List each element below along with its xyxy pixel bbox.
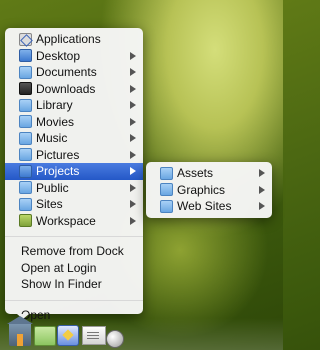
downloads-folder-icon bbox=[19, 82, 32, 96]
library-folder-icon bbox=[19, 98, 32, 112]
menu-item-applications[interactable]: Applications bbox=[5, 31, 143, 48]
menu-item-desktop[interactable]: Desktop bbox=[5, 48, 143, 65]
menu-item-label: Pictures bbox=[36, 147, 80, 162]
documents-folder-icon bbox=[19, 65, 32, 79]
menu-item-music[interactable]: Music bbox=[5, 130, 143, 147]
submenu-item-assets[interactable]: Assets bbox=[146, 165, 272, 182]
menu-item-projects[interactable]: Projects bbox=[5, 163, 143, 180]
submenu-arrow-icon bbox=[130, 68, 136, 77]
submenu-arrow-icon bbox=[259, 169, 265, 178]
graphics-folder-icon bbox=[160, 183, 173, 197]
menu-item-sites[interactable]: Sites bbox=[5, 196, 143, 213]
clock-icon[interactable] bbox=[106, 330, 124, 348]
menu-item-label: Projects bbox=[36, 164, 80, 179]
submenu-item-label: Graphics bbox=[177, 182, 226, 197]
submenu-arrow-icon bbox=[130, 200, 136, 209]
desktop-folder-icon bbox=[19, 49, 32, 63]
menu-separator bbox=[5, 299, 143, 301]
dock-folder-menu: Applications Desktop Documents Downloads… bbox=[5, 28, 143, 322]
menu-item-label: Open at Login bbox=[21, 260, 97, 275]
menu-item-workspace[interactable]: Workspace bbox=[5, 213, 143, 230]
menu-item-label: Movies bbox=[36, 114, 75, 129]
menu-item-label: Show In Finder bbox=[21, 277, 102, 292]
pictures-folder-icon bbox=[19, 148, 32, 162]
music-folder-icon bbox=[19, 131, 32, 145]
submenu-arrow-icon bbox=[130, 134, 136, 143]
submenu-arrow-icon bbox=[259, 202, 265, 211]
submenu-arrow-icon bbox=[130, 84, 136, 93]
submenu-arrow-icon bbox=[130, 167, 136, 176]
menu-item-label: Music bbox=[36, 131, 68, 146]
menu-item-pictures[interactable]: Pictures bbox=[5, 147, 143, 164]
open-at-login-item[interactable]: Open at Login bbox=[5, 260, 143, 277]
projects-folder-icon bbox=[19, 164, 32, 178]
submenu-item-graphics[interactable]: Graphics bbox=[146, 182, 272, 199]
web-sites-folder-icon bbox=[160, 199, 173, 213]
home-folder-icon[interactable] bbox=[7, 316, 33, 346]
workspace-folder-icon bbox=[19, 214, 32, 228]
menu-item-label: Applications bbox=[36, 32, 101, 47]
menu-item-label: Library bbox=[36, 98, 73, 113]
submenu-item-label: Assets bbox=[177, 166, 214, 181]
menu-item-documents[interactable]: Documents bbox=[5, 64, 143, 81]
menu-item-label: Public bbox=[36, 180, 69, 195]
remove-from-dock-item[interactable]: Remove from Dock bbox=[5, 243, 143, 260]
submenu-arrow-icon bbox=[130, 150, 136, 159]
mail-icon[interactable] bbox=[82, 326, 106, 345]
green-folder-icon[interactable] bbox=[34, 326, 56, 346]
submenu-item-label: Web Sites bbox=[177, 199, 232, 214]
menu-item-downloads[interactable]: Downloads bbox=[5, 81, 143, 98]
applications-folder-icon bbox=[19, 32, 32, 46]
show-in-finder-item[interactable]: Show In Finder bbox=[5, 276, 143, 293]
submenu-arrow-icon bbox=[259, 185, 265, 194]
submenu-arrow-icon bbox=[130, 101, 136, 110]
submenu-arrow-icon bbox=[130, 183, 136, 192]
applications-icon[interactable] bbox=[57, 325, 79, 346]
menu-separator bbox=[5, 236, 143, 237]
submenu-arrow-icon bbox=[130, 117, 136, 126]
projects-submenu: Assets Graphics Web Sites bbox=[146, 162, 272, 218]
menu-item-label: Downloads bbox=[36, 81, 96, 96]
sites-folder-icon bbox=[19, 197, 32, 211]
menu-item-label: Remove from Dock bbox=[21, 244, 124, 259]
submenu-arrow-icon bbox=[130, 216, 136, 225]
menu-item-movies[interactable]: Movies bbox=[5, 114, 143, 131]
menu-item-label: Documents bbox=[36, 65, 97, 80]
menu-item-label: Desktop bbox=[36, 48, 81, 63]
public-folder-icon bbox=[19, 181, 32, 195]
menu-item-label: Workspace bbox=[36, 213, 96, 228]
submenu-item-web-sites[interactable]: Web Sites bbox=[146, 198, 272, 215]
menu-item-label: Sites bbox=[36, 197, 63, 212]
menu-item-library[interactable]: Library bbox=[5, 97, 143, 114]
submenu-arrow-icon bbox=[130, 51, 136, 60]
assets-folder-icon bbox=[160, 166, 173, 180]
movies-folder-icon bbox=[19, 115, 32, 129]
menu-item-public[interactable]: Public bbox=[5, 180, 143, 197]
